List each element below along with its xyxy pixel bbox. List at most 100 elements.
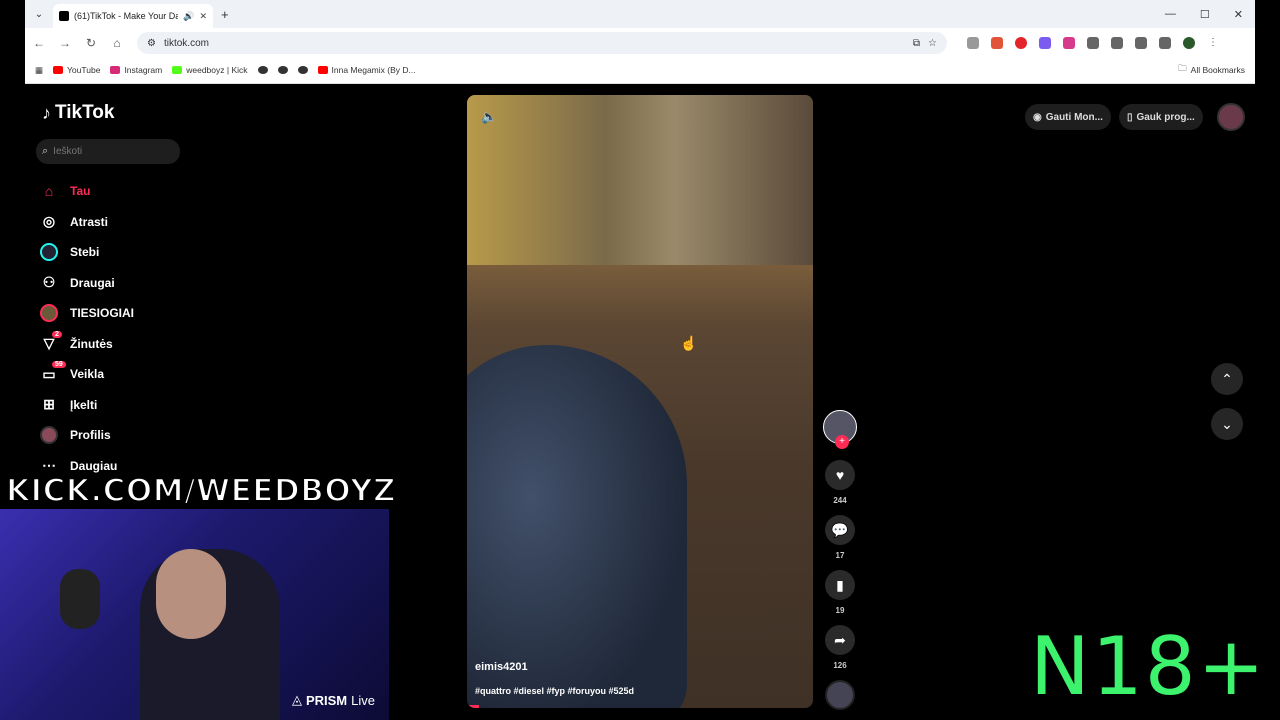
chevron-down-icon: ⌄ (1221, 415, 1233, 432)
streamer-face (156, 549, 226, 639)
upload-icon: ⊞ (43, 396, 55, 413)
next-video-button[interactable]: ⌄ (1211, 408, 1243, 440)
sidebar-item-veikla[interactable]: ▭ 59 Veikla (40, 359, 240, 390)
opera-icon[interactable] (1015, 37, 1027, 49)
age-rating-watermark: N18+ (1030, 620, 1267, 713)
video-hashtags[interactable]: #quattro #diesel #fyp #foruyou #525d (475, 686, 634, 696)
globe-icon (297, 66, 308, 74)
home-icon[interactable]: ⌂ (111, 36, 123, 50)
like-action[interactable]: ♥ 244 (822, 460, 858, 505)
prism-logo-icon: ◬ (291, 692, 302, 707)
new-tab-button[interactable]: + (221, 7, 229, 22)
top-right-actions: ◉ Gauti Mon... ▯ Gauk prog... (1025, 103, 1245, 131)
share-action[interactable]: ➦ 126 (822, 625, 858, 670)
get-app-button[interactable]: ▯ Gauk prog... (1118, 104, 1203, 130)
search-input[interactable]: ⌕ Ieškoti (36, 139, 180, 164)
phone-icon: ▯ (1126, 111, 1133, 123)
share-icon[interactable]: ➦ (825, 625, 855, 655)
folder-icon: 🗀 (1178, 63, 1187, 73)
get-coins-button[interactable]: ◉ Gauti Mon... (1025, 104, 1111, 130)
close-tab-icon[interactable]: ✕ (199, 11, 207, 22)
browser-tab[interactable]: (61)TikTok - Make Your Day 🔊 ✕ (53, 4, 213, 28)
bookmark-kick[interactable]: weedboyz | Kick (172, 65, 248, 75)
reload-icon[interactable]: ↻ (85, 36, 97, 50)
creator-avatar[interactable]: + (823, 410, 857, 449)
profile-icon[interactable] (1183, 37, 1195, 49)
address-bar[interactable]: ⚙ tiktok.com ⧉ ☆ (137, 32, 947, 54)
install-app-icon[interactable]: ⧉ (913, 38, 920, 49)
sidebar-item-draugai[interactable]: ⚇ Draugai (40, 268, 240, 299)
bookmark-youtube[interactable]: YouTube (53, 65, 100, 75)
heart-icon[interactable]: ♥ (825, 460, 855, 490)
sidebar-item-ikelti[interactable]: ⊞ Įkelti (40, 390, 240, 421)
extension-icon[interactable] (1039, 37, 1051, 49)
browser-window: ⌄ (61)TikTok - Make Your Day 🔊 ✕ + — ☐ ✕… (25, 0, 1255, 84)
apps-icon[interactable]: ▦ (35, 65, 43, 76)
friends-icon: ⚇ (42, 274, 56, 291)
comment-action[interactable]: 💬 17 (822, 515, 858, 560)
sidebar-item-stebi[interactable]: Stebi (40, 237, 240, 268)
user-avatar[interactable] (1216, 103, 1245, 131)
bookmark-globe[interactable] (277, 66, 288, 74)
previous-video-button[interactable]: ⌃ (1211, 363, 1243, 395)
media-icon[interactable] (1159, 37, 1171, 49)
video-username[interactable]: eimis4201 (475, 661, 528, 673)
home-icon: ⌂ (44, 183, 54, 200)
bookmark-star-icon[interactable]: ☆ (928, 38, 937, 49)
sidebar-nav: ⌂ Tau ◎ Atrasti Stebi ⚇ Draugai TIESIOGIAI … (40, 176, 240, 481)
nav-bar: ← → ↻ ⌂ ⚙ tiktok.com ⧉ ☆ ⋮ (25, 28, 1255, 58)
tiktok-note-icon: ♪ (42, 102, 51, 123)
globe-icon (277, 66, 288, 74)
comment-count: 17 (835, 551, 845, 560)
extension-icon[interactable] (967, 37, 979, 49)
bookmark-icon[interactable]: ▮ (825, 570, 855, 600)
extensions-area: ⋮ (967, 37, 1219, 49)
kick-icon (172, 66, 183, 74)
forward-icon[interactable]: → (59, 36, 71, 50)
minimize-icon[interactable]: — (1165, 8, 1176, 21)
video-player[interactable]: 🔈 eimis4201 #quattro #diesel #fyp #foruy… (467, 95, 813, 708)
bookmark-globe[interactable] (257, 66, 268, 74)
close-window-icon[interactable]: ✕ (1234, 8, 1243, 21)
tiktok-logo[interactable]: ♪ TikTok (42, 102, 114, 124)
kick-url-text: KICK.COM/WEEDBOYZ (5, 472, 396, 510)
metamask-icon[interactable] (991, 37, 1003, 49)
save-action[interactable]: ▮ 19 (822, 570, 858, 615)
all-bookmarks[interactable]: 🗀 All Bookmarks (1178, 63, 1245, 77)
bookmark-inna[interactable]: Inna Megamix (By D... (317, 65, 416, 75)
puzzle-icon[interactable] (1087, 37, 1099, 49)
instagram-icon (110, 66, 121, 74)
tab-search-icon[interactable]: ⌄ (25, 9, 53, 20)
sidebar-item-zinutes[interactable]: ▽ 2 Žinutės (40, 329, 240, 360)
sidebar-item-profilis[interactable]: Profilis (40, 420, 240, 451)
video-frame-car (467, 345, 687, 708)
coin-icon: ◉ (1033, 111, 1042, 123)
follow-plus-icon[interactable]: + (835, 435, 849, 449)
mute-icon[interactable]: 🔈 (481, 109, 497, 125)
audio-icon[interactable]: 🔊 (183, 11, 194, 22)
menu-icon[interactable]: ⋮ (1207, 37, 1219, 49)
music-disc-icon[interactable] (825, 680, 855, 710)
tab-bar: ⌄ (61)TikTok - Make Your Day 🔊 ✕ + — ☐ ✕ (25, 0, 1255, 28)
prism-live-watermark: ◬ PRISM Live (291, 692, 375, 708)
download-icon[interactable] (1135, 37, 1147, 49)
back-icon[interactable]: ← (33, 36, 45, 50)
sidebar-item-atrasti[interactable]: ◎ Atrasti (40, 207, 240, 238)
sidebar-item-live[interactable]: TIESIOGIAI (40, 298, 240, 329)
video-progress-bar[interactable] (467, 705, 479, 708)
chevron-up-icon: ⌃ (1221, 370, 1233, 387)
like-count: 244 (833, 496, 847, 505)
side-panel-icon[interactable] (1111, 37, 1123, 49)
comment-icon[interactable]: 💬 (825, 515, 855, 545)
activity-badge: 59 (52, 361, 66, 368)
compass-icon: ◎ (42, 213, 56, 230)
maximize-icon[interactable]: ☐ (1200, 8, 1210, 21)
share-count: 126 (833, 661, 847, 670)
sidebar-item-tau[interactable]: ⌂ Tau (40, 176, 240, 207)
messages-badge: 2 (52, 330, 62, 338)
bookmark-globe[interactable] (297, 66, 308, 74)
site-info-icon[interactable]: ⚙ (147, 38, 156, 49)
bookmark-instagram[interactable]: Instagram (110, 65, 162, 75)
extension-icon[interactable] (1063, 37, 1075, 49)
youtube-icon (317, 66, 328, 74)
